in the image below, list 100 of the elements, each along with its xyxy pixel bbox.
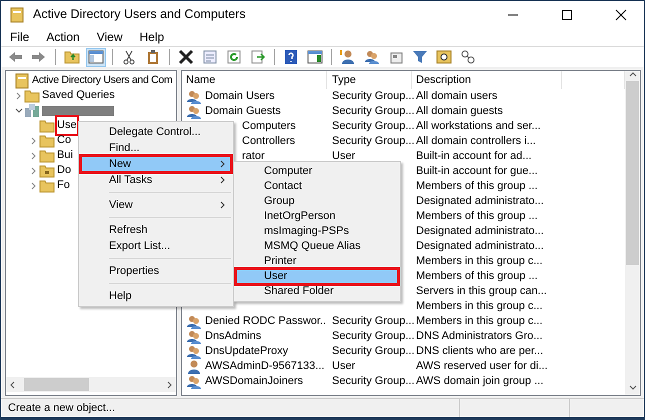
object-name[interactable]: Domain Users — [205, 88, 275, 105]
tree-item[interactable]: Fo — [57, 177, 70, 194]
find-icon — [436, 49, 452, 65]
menu-item[interactable]: Properties — [81, 263, 231, 279]
action-pane-button[interactable] — [305, 48, 325, 66]
vertical-scrollbar[interactable] — [625, 71, 640, 395]
menu-item[interactable]: View — [81, 197, 231, 213]
group-icon — [186, 344, 202, 360]
delete-button[interactable] — [176, 48, 196, 66]
object-description: Members in this group c... — [416, 315, 543, 328]
menu-item[interactable]: MSMQ Queue Alias — [236, 239, 398, 254]
object-name[interactable]: rator — [242, 148, 265, 165]
action-pane-icon — [307, 49, 323, 65]
tree-item[interactable]: Bui — [57, 147, 73, 164]
domain-icon — [24, 102, 40, 118]
object-description: Designated administrato... — [416, 240, 544, 252]
object-description: Built-in account for gue... — [416, 165, 538, 178]
object-description: Members of this group ... — [416, 180, 538, 192]
object-description: AWS domain join group ... — [416, 375, 544, 388]
refresh-icon — [226, 49, 242, 65]
menu-item[interactable]: Printer — [236, 254, 398, 269]
menu-item[interactable]: Contact — [236, 179, 398, 194]
scissors-icon — [121, 49, 137, 65]
object-description: DNS Administrators Gro... — [416, 330, 543, 342]
object-description: Servers in this group can... — [416, 285, 547, 298]
group-icon — [186, 88, 202, 104]
properties-icon — [202, 49, 218, 65]
object-description: Members in this group c... — [416, 255, 543, 268]
object-name[interactable]: Controllers — [242, 133, 296, 150]
object-description: All domain controllers i... — [416, 135, 536, 148]
object-description: All domain guests — [416, 105, 503, 118]
object-description: All workstations and ser... — [416, 120, 541, 132]
menu-item[interactable]: Group — [236, 194, 398, 209]
export-icon — [250, 49, 266, 65]
horizontal-scrollbar[interactable] — [6, 377, 176, 392]
tree-item[interactable]: Saved Queries — [42, 87, 115, 104]
console-icon — [14, 72, 30, 88]
find-button[interactable] — [434, 48, 454, 66]
clipboard-icon — [145, 49, 161, 65]
close-icon — [615, 8, 627, 20]
folder-up-icon — [64, 49, 80, 65]
menu-item[interactable]: InetOrgPerson — [236, 209, 398, 224]
menu-item[interactable]: Refresh — [81, 222, 231, 238]
object-name[interactable]: AWSDomainJoiners — [205, 373, 304, 390]
tree-pane-button[interactable] — [86, 48, 106, 66]
group-icon — [186, 328, 202, 344]
object-type: Security Group... — [332, 345, 415, 358]
object-description: Designated administrato... — [416, 195, 544, 208]
tree-item[interactable]: Active Directory Users and Com — [32, 72, 172, 88]
tree-item[interactable]: Use — [57, 117, 77, 134]
object-type: User — [332, 150, 356, 162]
window-title: Active Directory Users and Computers — [33, 6, 246, 24]
object-type: Security Group... — [332, 330, 415, 342]
app-icon — [9, 6, 25, 22]
status-text: Create a new object... — [8, 400, 116, 416]
menu-item[interactable]: Computer — [236, 164, 398, 179]
menu-item[interactable]: New — [81, 156, 231, 172]
object-description: AWS reserved user for di... — [416, 360, 548, 372]
column-header[interactable]: Description — [412, 71, 562, 89]
menu-item[interactable]: File — [1, 28, 38, 46]
column-header[interactable]: Type — [327, 71, 412, 89]
menu-item[interactable]: View — [88, 28, 130, 46]
add-user-icon — [340, 49, 356, 65]
object-type: Security Group... — [332, 105, 415, 118]
add-group-icon — [364, 49, 380, 65]
object-name[interactable]: Computers — [242, 118, 296, 135]
menu-item[interactable]: All Tasks — [81, 172, 231, 188]
group-icon — [186, 104, 202, 120]
object-description: Designated administrato... — [416, 225, 544, 238]
object-name[interactable]: DnsUpdateProxy — [205, 343, 288, 360]
menu-item[interactable]: msImaging-PSPs — [236, 224, 398, 239]
tree-item[interactable]: Co — [57, 132, 72, 149]
tree-item[interactable]: Do — [57, 162, 72, 179]
object-description: DNS clients who are per... — [416, 345, 544, 358]
column-header[interactable]: Name — [182, 71, 327, 89]
object-description: Members of this group ... — [416, 270, 538, 282]
maximize-icon — [561, 8, 573, 20]
menu-item[interactable]: Help — [130, 28, 172, 46]
menu-item[interactable]: Action — [37, 28, 88, 46]
menu-item[interactable]: User — [236, 269, 398, 284]
menu-item[interactable]: Shared Folder — [236, 284, 398, 299]
object-type: Security Group... — [332, 375, 415, 388]
menu-item[interactable]: Delegate Control... — [81, 124, 231, 140]
object-name[interactable]: Denied RODC Passwor... — [205, 313, 327, 330]
object-type: Security Group... — [332, 135, 415, 148]
menu-item[interactable]: Export List... — [81, 238, 231, 254]
object-name[interactable]: AWSAdminD-9567133... — [205, 358, 324, 375]
object-type: Security Group... — [332, 120, 415, 132]
object-name[interactable]: DnsAdmins — [205, 328, 262, 345]
back-icon — [7, 49, 23, 65]
object-description: Built-in account for ad... — [416, 150, 532, 162]
group-icon — [186, 374, 202, 390]
user-icon — [186, 358, 202, 374]
object-description: Members of this group ... — [416, 210, 538, 222]
delete-icon — [178, 49, 194, 65]
menu-item[interactable]: Find... — [81, 140, 231, 156]
object-type: Security Group... — [332, 315, 415, 328]
menu-item[interactable]: Help — [81, 288, 231, 304]
object-name[interactable]: Domain Guests — [205, 103, 281, 120]
object-type: User — [332, 360, 356, 372]
